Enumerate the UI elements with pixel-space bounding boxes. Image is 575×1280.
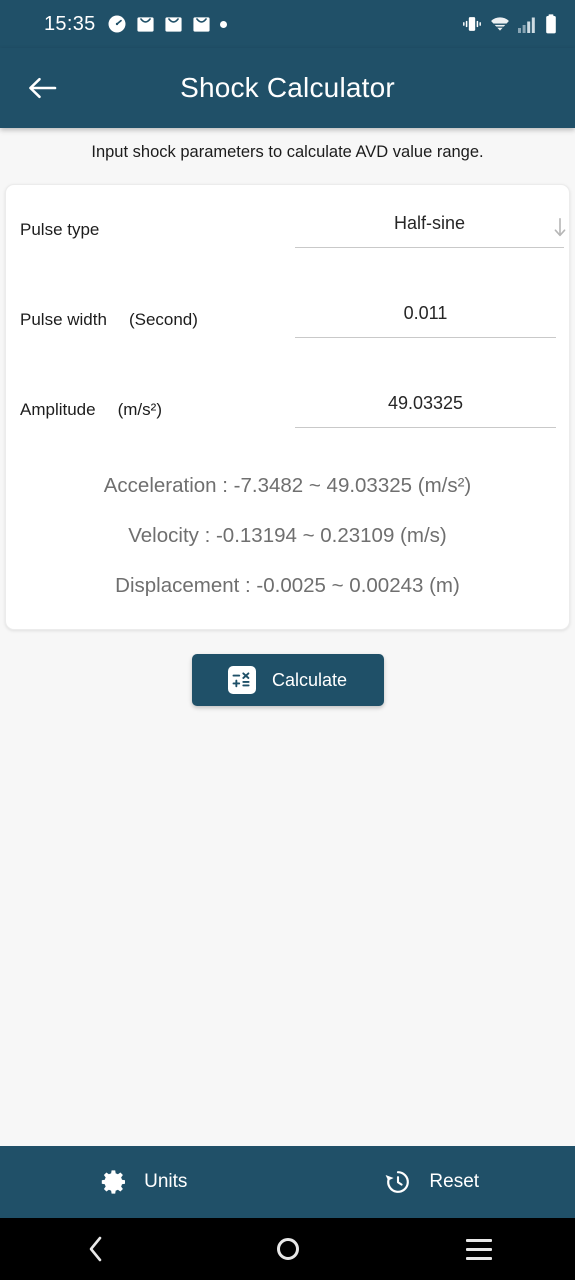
- field-label-pulse-width: Pulse width (Second): [20, 310, 295, 330]
- gear-icon: [100, 1168, 128, 1196]
- field-row-pulse-width: Pulse width (Second) 0.011: [6, 275, 569, 365]
- field-control-pulse-width: 0.011: [295, 303, 569, 338]
- field-control-pulse-type: Half-sine: [295, 213, 569, 248]
- field-unit-text: (Second): [128, 310, 198, 329]
- arrow-down-icon[interactable]: [549, 217, 571, 239]
- bottom-item-label: Units: [144, 1171, 188, 1192]
- mail-icon: [164, 15, 183, 34]
- android-navigation-bar: [0, 1218, 575, 1280]
- field-label-text: Pulse type: [20, 220, 100, 239]
- pulse-width-input[interactable]: 0.011: [295, 303, 556, 338]
- result-displacement: Displacement : -0.0025 ~ 0.00243 (m): [115, 574, 460, 597]
- field-label-amplitude: Amplitude (m/s²): [20, 400, 295, 420]
- recents-menu-icon: [466, 1238, 493, 1260]
- field-row-amplitude: Amplitude (m/s²) 49.03325: [6, 365, 569, 455]
- field-row-pulse-type: Pulse type Half-sine: [6, 185, 569, 275]
- bottom-item-reset[interactable]: Reset: [288, 1146, 575, 1218]
- field-label-text: Amplitude: [20, 400, 96, 419]
- back-button[interactable]: [14, 60, 70, 116]
- field-control-amplitude: 49.03325: [295, 393, 569, 428]
- mail-icon: [136, 15, 155, 34]
- calculate-button[interactable]: Calculate: [191, 654, 384, 706]
- nav-home-button[interactable]: [192, 1218, 384, 1280]
- results-section: Acceleration : -7.3482 ~ 49.03325 (m/s²)…: [6, 455, 569, 611]
- status-bar-clock: 15:35: [44, 12, 96, 35]
- amplitude-input[interactable]: 49.03325: [295, 393, 556, 428]
- mail-icon: [192, 15, 211, 34]
- bottom-bar: Units Reset: [0, 1146, 575, 1218]
- calculate-button-wrap: Calculate: [0, 654, 575, 706]
- nav-back-button[interactable]: [0, 1218, 192, 1280]
- history-restore-icon: [383, 1167, 413, 1197]
- cellular-signal-icon: [518, 16, 537, 33]
- nav-recents-button[interactable]: [383, 1218, 575, 1280]
- phone-screen: 15:35 Shock Calculator Input shock param…: [0, 0, 575, 1280]
- app-bar: Shock Calculator: [0, 48, 575, 128]
- parameters-card: Pulse type Half-sine Pulse width (Second): [5, 184, 570, 630]
- battery-icon: [545, 14, 557, 34]
- result-velocity: Velocity : -0.13194 ~ 0.23109 (m/s): [128, 524, 447, 547]
- field-label-pulse-type: Pulse type: [20, 220, 295, 240]
- main-content: Input shock parameters to calculate AVD …: [0, 128, 575, 1146]
- home-circle-icon: [276, 1238, 299, 1260]
- wifi-icon: [490, 16, 510, 33]
- back-chevron-icon: [85, 1234, 107, 1264]
- instruction-text: Input shock parameters to calculate AVD …: [91, 143, 484, 161]
- result-acceleration: Acceleration : -7.3482 ~ 49.03325 (m/s²): [103, 474, 472, 497]
- calculate-button-label: Calculate: [271, 669, 348, 690]
- status-bar-left: 15:35: [44, 13, 227, 36]
- status-bar-right: [462, 14, 557, 34]
- pulse-type-select[interactable]: Half-sine: [295, 213, 564, 248]
- page-title: Shock Calculator: [180, 72, 395, 103]
- dot-indicator-icon: [219, 20, 227, 28]
- vibrate-icon: [462, 15, 482, 33]
- bottom-item-units[interactable]: Units: [0, 1146, 288, 1218]
- bottom-item-label: Reset: [429, 1171, 480, 1192]
- field-label-text: Pulse width: [20, 310, 107, 329]
- back-arrow-icon: [27, 75, 57, 101]
- field-unit-text: (m/s²): [117, 400, 162, 419]
- timer-icon: [107, 14, 127, 34]
- status-bar: 15:35: [0, 0, 575, 48]
- calculator-icon: [227, 666, 256, 694]
